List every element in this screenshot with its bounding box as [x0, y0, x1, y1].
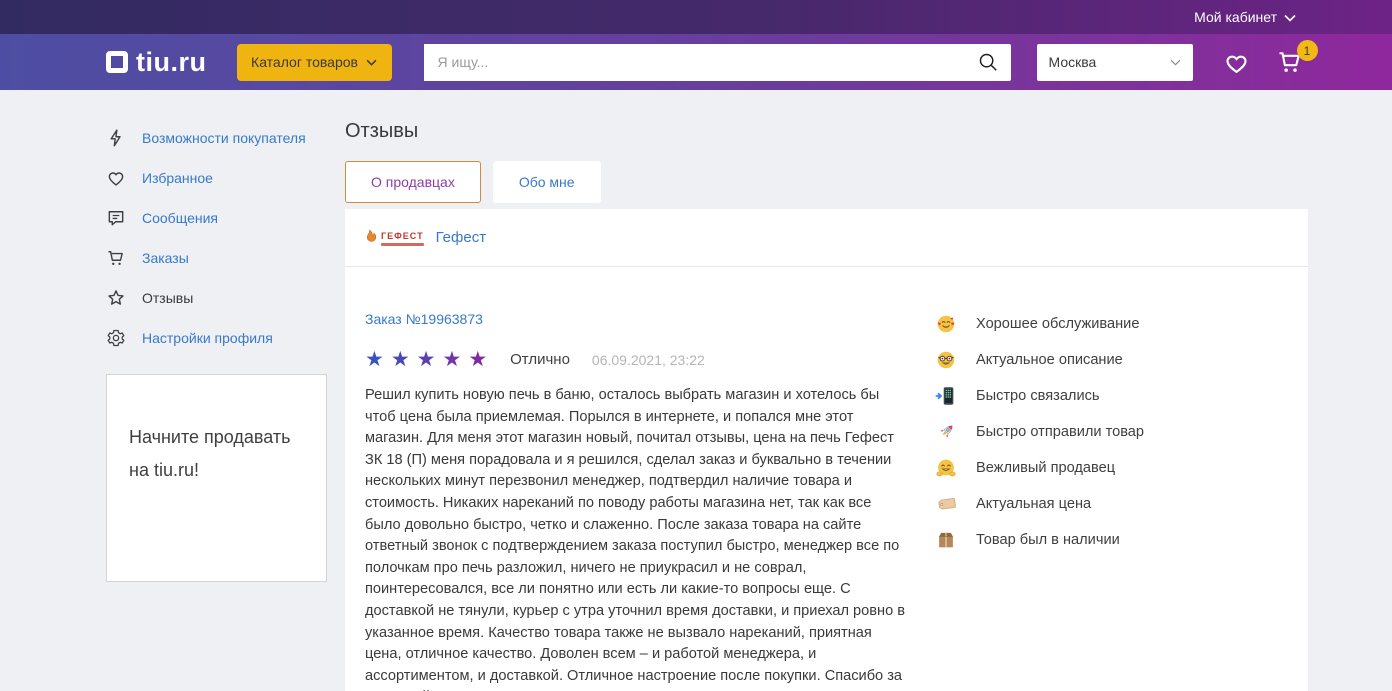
sidebar-item-buyer-features[interactable]: Возможности покупателя [106, 118, 327, 158]
tag-fast-shipping: Быстро отправили товар [935, 421, 1144, 443]
hugging-face-icon [936, 459, 956, 477]
sidebar-item-label: Сообщения [142, 210, 218, 226]
main-header: tiu.ru Каталог товаров Москва 1 [0, 34, 1392, 90]
sidebar-item-label: Возможности покупателя [142, 130, 306, 146]
star-icon [417, 349, 436, 370]
star-icon [108, 290, 124, 305]
star-icon [391, 349, 410, 370]
promo-card[interactable]: Начните продавать на tiu.ru! [106, 374, 327, 582]
tag-label: Быстро отправили товар [976, 424, 1145, 440]
heart-icon [108, 172, 124, 186]
heart-icon [1225, 55, 1247, 73]
search-icon [979, 53, 997, 71]
review-text: Решил купить новую печь в баню, осталось… [365, 387, 906, 691]
promo-text: Начните продавать на tiu.ru! [129, 427, 291, 480]
tabs: О продавцах Обо мне [345, 161, 1308, 203]
search-button[interactable] [965, 44, 1011, 81]
tag-label: Вежливый продавец [976, 460, 1116, 476]
sidebar-item-label: Отзывы [142, 290, 194, 306]
star-icon [365, 349, 384, 370]
tag-accurate-price: Актуальная цена [935, 493, 1144, 515]
tag-label: Хорошее обслуживание [976, 316, 1140, 332]
sidebar-nav: Возможности покупателя Избранное Сообщен… [106, 118, 327, 358]
search-bar [423, 43, 1011, 81]
message-icon [108, 211, 124, 226]
seller-logo-text-block: ГЕФЕСТ [381, 231, 424, 246]
city-select[interactable]: Москва [1036, 43, 1193, 81]
review-tags: Хорошее обслуживание Актуальное описание… [935, 311, 1144, 691]
chevron-down-icon [1170, 59, 1180, 66]
star-icon [442, 349, 461, 370]
smiling-face-with-hearts-icon [937, 315, 955, 333]
chevron-down-icon [366, 59, 377, 66]
phone-with-arrow-icon [935, 387, 954, 405]
review-row: Заказ №19963873 Отлично 06.09.2021, 23:2… [365, 267, 1288, 691]
review-card: ГЕФЕСТ Гефест Заказ №19963873 ★ ★ ★ ★ ★ … [345, 209, 1308, 691]
seller-logo-text: ГЕФЕСТ [381, 231, 424, 241]
account-label: Мой кабинет [1194, 9, 1277, 25]
favorites-button[interactable] [1223, 50, 1250, 75]
sidebar-item-orders[interactable]: Заказы [106, 238, 327, 278]
sidebar-item-reviews[interactable]: Отзывы [106, 278, 327, 318]
city-label: Москва [1048, 54, 1097, 70]
flame-icon [366, 229, 377, 242]
order-link[interactable]: Заказ №19963873 [365, 311, 483, 327]
tag-in-stock: Товар был в наличии [935, 529, 1144, 551]
cart-button[interactable]: 1 [1276, 40, 1318, 75]
sidebar: Возможности покупателя Избранное Сообщен… [106, 90, 327, 691]
tag-good-service: Хорошее обслуживание [935, 313, 1144, 335]
catalog-button[interactable]: Каталог товаров [236, 43, 392, 81]
chevron-down-icon [1284, 14, 1296, 22]
seller-logo[interactable]: ГЕФЕСТ [365, 229, 424, 246]
tag-label: Товар был в наличии [976, 532, 1120, 548]
seller-logo-underline [381, 243, 424, 246]
sidebar-item-label: Настройки профиля [142, 330, 273, 346]
tab-about-me[interactable]: Обо мне [492, 161, 601, 203]
sidebar-item-profile-settings[interactable]: Настройки профиля [106, 318, 327, 358]
reviews-page: Отзывы О продавцах Обо мне ГЕФЕСТ Гефест [345, 90, 1308, 691]
gear-icon [107, 329, 125, 347]
review-date: 06.09.2021, 23:22 [591, 351, 705, 368]
sidebar-item-label: Избранное [142, 170, 213, 186]
review-body: Заказ №19963873 Отлично 06.09.2021, 23:2… [365, 311, 910, 691]
rating-label: Отлично [510, 351, 570, 368]
topbar: Мой кабинет [0, 0, 1392, 34]
seller-row: ГЕФЕСТ Гефест [365, 209, 1288, 266]
tag-polite-seller: Вежливый продавец [935, 457, 1144, 479]
cart-count-badge: 1 [1296, 40, 1318, 61]
price-tag-icon [938, 498, 956, 510]
account-menu[interactable]: Мой кабинет [1194, 9, 1296, 25]
tag-label: Актуальная цена [976, 496, 1092, 512]
tag-quick-contact: Быстро связались [935, 385, 1144, 407]
sidebar-item-favorites[interactable]: Избранное [106, 158, 327, 198]
rocket-icon [940, 425, 953, 438]
package-icon [939, 532, 953, 548]
tag-label: Актуальное описание [976, 352, 1123, 368]
catalog-button-label: Каталог товаров [251, 54, 358, 70]
search-input[interactable] [423, 43, 965, 81]
sidebar-item-messages[interactable]: Сообщения [106, 198, 327, 238]
rating-row: Отлично 06.09.2021, 23:22 [365, 349, 910, 370]
logo-square-icon [106, 51, 128, 73]
page-title: Отзывы [345, 120, 419, 142]
sidebar-item-label: Заказы [142, 250, 189, 266]
cart-icon [108, 251, 123, 265]
seller-link[interactable]: Гефест [436, 229, 487, 246]
star-icon [468, 349, 487, 370]
tag-label: Быстро связались [976, 388, 1100, 404]
lightning-icon [110, 129, 121, 147]
page-content: Возможности покупателя Избранное Сообщен… [0, 90, 1392, 691]
logo-text: tiu.ru [136, 46, 207, 77]
tiu-logo[interactable]: tiu.ru [106, 47, 207, 78]
tag-accurate-description: Актуальное описание [935, 349, 1144, 371]
nerd-face-icon [937, 351, 955, 369]
tab-about-sellers[interactable]: О продавцах [345, 161, 481, 203]
